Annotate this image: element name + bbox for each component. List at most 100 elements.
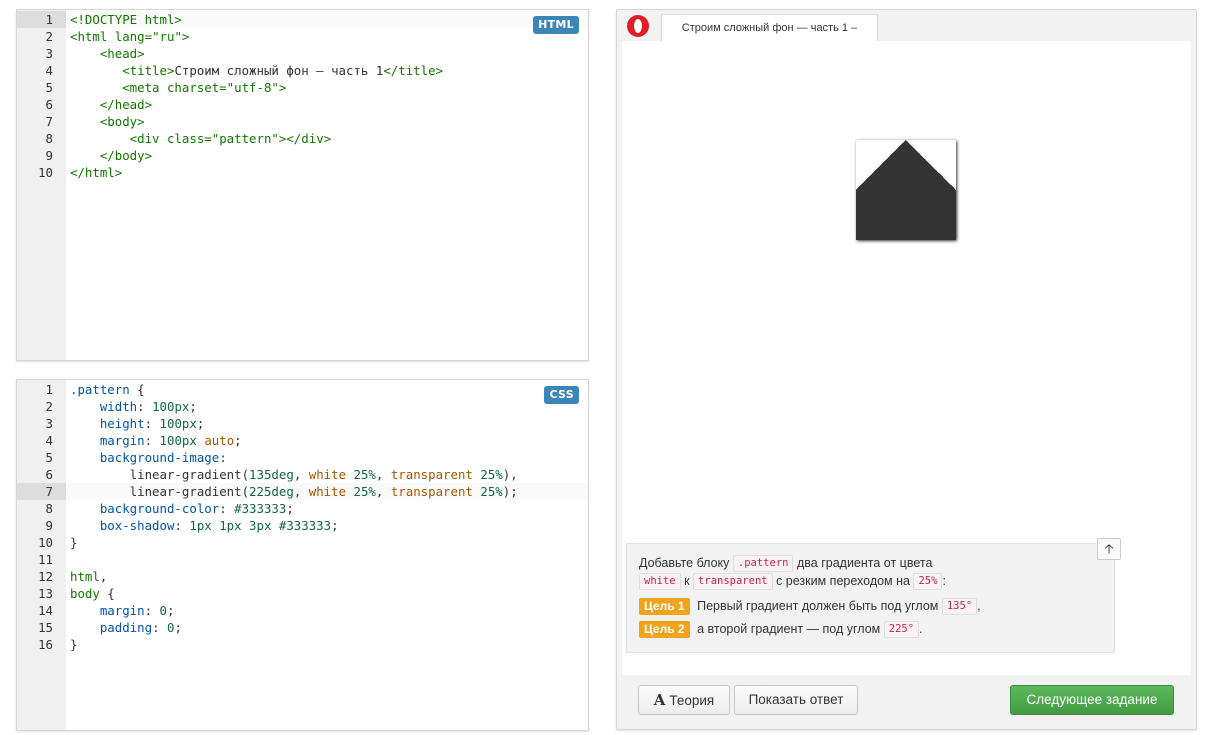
- goal-badge: Цель 2: [639, 621, 690, 638]
- code-text[interactable]: body {: [70, 585, 588, 602]
- code-line[interactable]: 4 <title>Строим сложный фон – часть 1</t…: [17, 62, 588, 79]
- code-line[interactable]: 2 <html lang="ru">: [17, 28, 588, 45]
- theory-icon: A: [653, 691, 666, 709]
- line-number: 14: [38, 603, 53, 618]
- next-task-button[interactable]: Следующее задание: [1010, 685, 1174, 715]
- line-number: 16: [38, 637, 53, 652]
- theory-label: Теория: [669, 693, 715, 708]
- code-lines[interactable]: 1 <!DOCTYPE html> 2 <html lang="ru"> 3 <head…: [17, 11, 588, 181]
- code-line[interactable]: 5 background-image:: [17, 449, 588, 466]
- code-text[interactable]: box-shadow: 1px 1px 3px #333333;: [70, 517, 588, 534]
- pattern-block: [856, 140, 956, 240]
- code-line[interactable]: 3 height: 100px;: [17, 415, 588, 432]
- arrow-up-icon: 🡡: [1104, 541, 1114, 556]
- code-text[interactable]: <!DOCTYPE html>: [70, 11, 588, 28]
- code-line[interactable]: 4 margin: 100px auto;: [17, 432, 588, 449]
- line-number: 12: [38, 569, 53, 584]
- code-line[interactable]: 10 </html>: [17, 164, 588, 181]
- css-editor[interactable]: 1 .pattern {2 width: 100px; 3 height: 100p…: [16, 379, 589, 731]
- css-badge: CSS: [544, 386, 579, 404]
- goal-1: Цель 1 Первый градиент должен быть под у…: [639, 596, 1102, 616]
- line-number: 8: [45, 131, 53, 146]
- code-chip: 225°: [883, 621, 920, 638]
- code-line[interactable]: 8 background-color: #333333;: [17, 500, 588, 517]
- code-line[interactable]: 14 margin: 0;: [17, 602, 588, 619]
- code-line[interactable]: 1 <!DOCTYPE html>: [17, 11, 588, 28]
- line-number: 4: [45, 63, 53, 78]
- code-line[interactable]: 9 </body>: [17, 147, 588, 164]
- line-number: 13: [38, 586, 53, 601]
- code-text[interactable]: width: 100px;: [70, 398, 588, 415]
- line-number: 7: [17, 483, 66, 500]
- code-line[interactable]: 2 width: 100px;: [17, 398, 588, 415]
- goal-2: Цель 2 а второй градиент — под углом 225…: [639, 619, 1102, 639]
- task-text: к: [684, 574, 690, 588]
- code-line[interactable]: 1 .pattern {: [17, 381, 588, 398]
- collapse-task-button[interactable]: 🡡: [1097, 538, 1121, 560]
- code-chip: .pattern: [732, 555, 794, 572]
- theory-button[interactable]: A Теория: [638, 685, 730, 715]
- line-number: 10: [38, 165, 53, 180]
- code-text[interactable]: </html>: [70, 164, 588, 181]
- code-text[interactable]: <body>: [70, 113, 588, 130]
- code-chip: white: [639, 573, 681, 590]
- html-editor[interactable]: 1 <!DOCTYPE html> 2 <html lang="ru"> 3 <head…: [16, 9, 589, 361]
- line-number: 1: [17, 11, 66, 28]
- code-line[interactable]: 3 <head>: [17, 45, 588, 62]
- code-text[interactable]: </head>: [70, 96, 588, 113]
- code-text[interactable]: </body>: [70, 147, 588, 164]
- code-line[interactable]: 10}: [17, 534, 588, 551]
- code-text[interactable]: .pattern {: [70, 381, 588, 398]
- code-text[interactable]: background-color: #333333;: [70, 500, 588, 517]
- code-line[interactable]: 16}: [17, 636, 588, 653]
- line-number: 1: [45, 382, 53, 397]
- code-text[interactable]: margin: 100px auto;: [70, 432, 588, 449]
- code-text[interactable]: <meta charset="utf-8">: [70, 79, 588, 96]
- line-number: 6: [45, 467, 53, 482]
- code-chip: 25%: [913, 573, 943, 590]
- preview-tab[interactable]: Строим сложный фон — часть 1 –: [661, 14, 878, 42]
- code-text[interactable]: <title>Строим сложный фон – часть 1</tit…: [70, 62, 588, 79]
- code-line[interactable]: 12 html,: [17, 568, 588, 585]
- line-number: 4: [45, 433, 53, 448]
- code-line[interactable]: 13 body {: [17, 585, 588, 602]
- task-description: Добавьте блоку .pattern два градиента от…: [626, 543, 1115, 653]
- code-text[interactable]: }: [70, 636, 588, 653]
- goal-badge: Цель 1: [639, 598, 690, 615]
- preview-panel: Строим сложный фон — часть 1 – Добавьте …: [616, 9, 1197, 730]
- code-text[interactable]: <html lang="ru">: [70, 28, 588, 45]
- code-line[interactable]: 7 linear-gradient(225deg, white 25%, tra…: [17, 483, 588, 500]
- line-number: 5: [45, 80, 53, 95]
- code-text[interactable]: <div class="pattern"></div>: [70, 130, 588, 147]
- code-line[interactable]: 5 <meta charset="utf-8">: [17, 79, 588, 96]
- line-number: 2: [45, 29, 53, 44]
- code-text[interactable]: background-image:: [70, 449, 588, 466]
- show-answer-button[interactable]: Показать ответ: [734, 685, 858, 715]
- goal-text: .: [919, 622, 923, 636]
- code-line[interactable]: 6 linear-gradient(135deg, white 25%, tra…: [17, 466, 588, 483]
- html-badge: HTML: [533, 16, 579, 34]
- code-line[interactable]: 11: [17, 551, 588, 568]
- line-number: 10: [38, 535, 53, 550]
- task-text: два градиента от цвета: [796, 556, 933, 570]
- code-text[interactable]: html,: [70, 568, 588, 585]
- line-number: 3: [45, 416, 53, 431]
- code-text[interactable]: padding: 0;: [70, 619, 588, 636]
- code-text[interactable]: <head>: [70, 45, 588, 62]
- code-text[interactable]: linear-gradient(135deg, white 25%, trans…: [70, 466, 588, 483]
- code-text[interactable]: margin: 0;: [70, 602, 588, 619]
- goal-text: а второй градиент — под углом: [697, 622, 881, 636]
- line-number: 6: [45, 97, 53, 112]
- line-number: 7: [45, 114, 53, 129]
- code-line[interactable]: 7 <body>: [17, 113, 588, 130]
- code-text[interactable]: height: 100px;: [70, 415, 588, 432]
- code-line[interactable]: 6 </head>: [17, 96, 588, 113]
- code-text[interactable]: linear-gradient(225deg, white 25%, trans…: [70, 483, 588, 500]
- code-line[interactable]: 8 <div class="pattern"></div>: [17, 130, 588, 147]
- code-lines[interactable]: 1 .pattern {2 width: 100px; 3 height: 100p…: [17, 381, 588, 653]
- code-line[interactable]: 9 box-shadow: 1px 1px 3px #333333;: [17, 517, 588, 534]
- task-text: с резким переходом на: [776, 574, 910, 588]
- code-text[interactable]: }: [70, 534, 588, 551]
- line-number: 9: [45, 148, 53, 163]
- code-line[interactable]: 15 padding: 0;: [17, 619, 588, 636]
